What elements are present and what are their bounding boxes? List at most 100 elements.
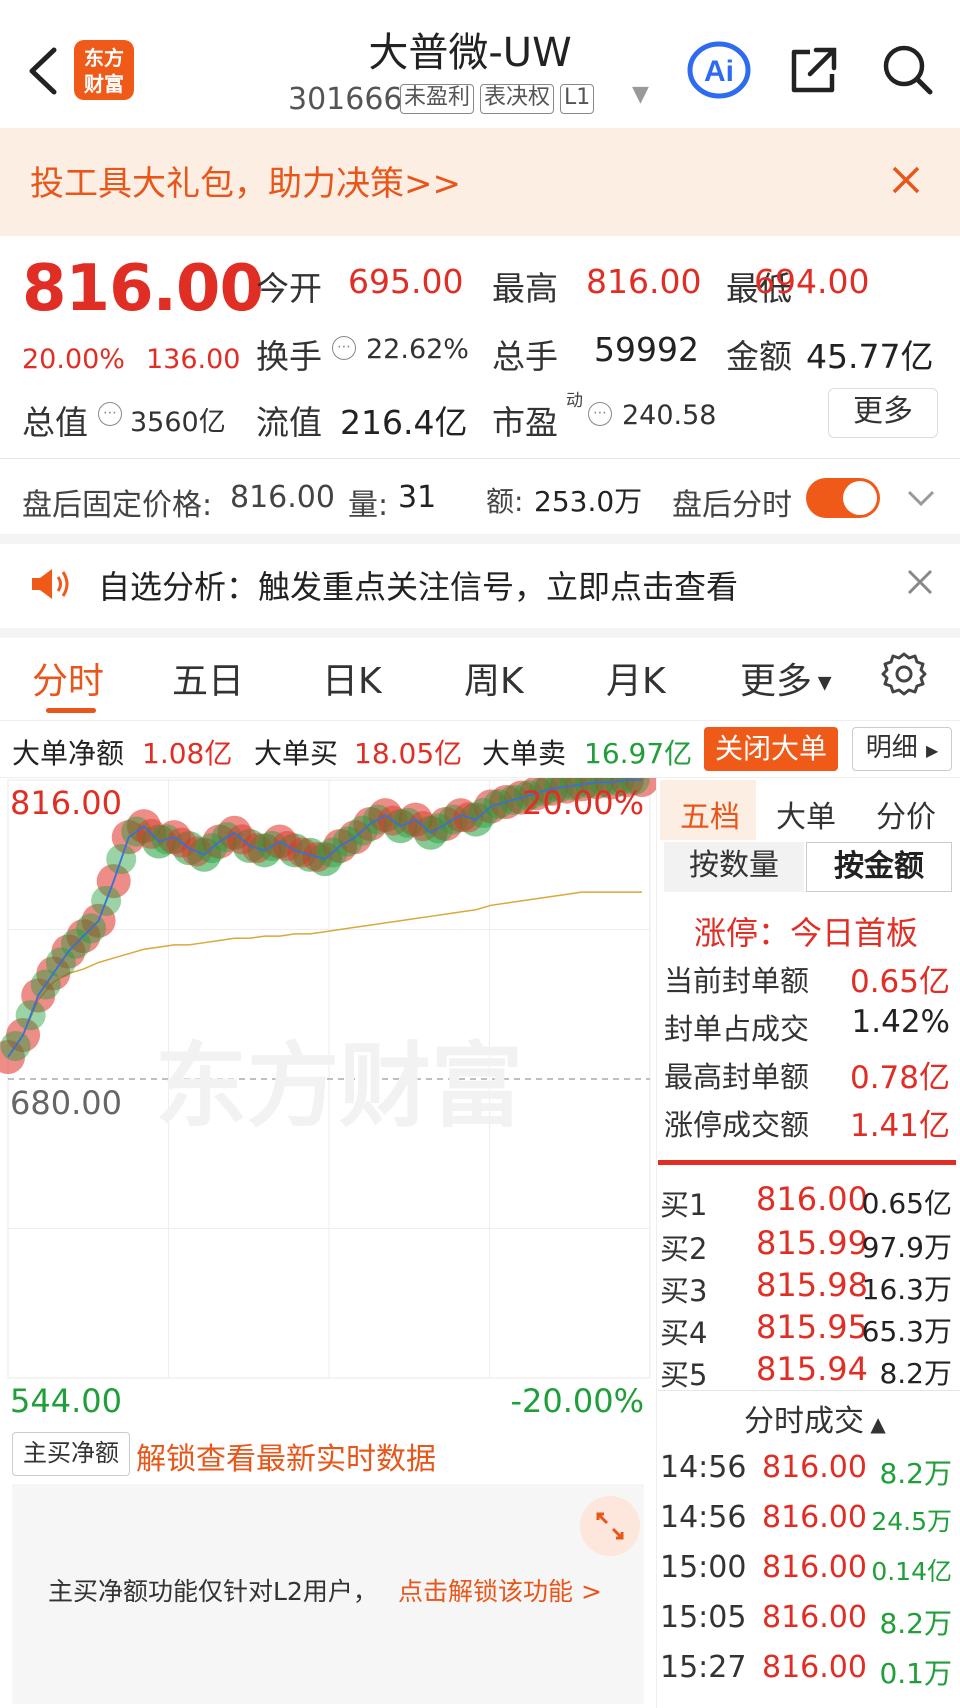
bid-label: 买5 <box>660 1358 708 1392</box>
after-hours-vol-label: 量: <box>348 488 389 523</box>
logo-line-1: 东方 <box>84 46 124 70</box>
limit-row-value: 0.65亿 <box>849 964 950 1000</box>
info-icon[interactable]: ⋯ <box>98 402 122 426</box>
speaker-icon <box>32 569 69 599</box>
tags-dropdown-icon[interactable]: ▼ <box>632 82 649 107</box>
ticks-header[interactable]: 分时成交 ▲ <box>744 1396 886 1440</box>
info-icon[interactable]: ⋯ <box>588 402 612 426</box>
tab-daily-k[interactable]: 日K <box>322 652 382 704</box>
tag-voting-rights: 表决权 <box>480 84 555 114</box>
limit-row-value: 1.41亿 <box>849 1108 950 1144</box>
ai-assistant-icon[interactable]: Ai <box>686 40 752 100</box>
expand-icon[interactable] <box>580 1496 640 1556</box>
bid-label: 买4 <box>660 1316 708 1350</box>
alert-text[interactable]: 自选分析：触发重点关注信号，立即点击查看 <box>98 562 738 608</box>
high-label: 最高 <box>492 269 558 308</box>
tick-volume: 0.1万 <box>879 1657 952 1690</box>
share-icon[interactable] <box>786 42 842 98</box>
bid-price: 816.00 <box>756 1180 868 1218</box>
change-amount: 136.00 <box>146 344 241 375</box>
turnover-value: 22.62% <box>366 334 469 365</box>
tab-big-orders[interactable]: 大单 <box>776 792 836 836</box>
gear-icon[interactable] <box>880 650 928 698</box>
close-icon[interactable] <box>904 566 936 598</box>
tick-price: 816.00 <box>762 1550 867 1585</box>
change-percent: 20.00% <box>22 344 125 375</box>
unlock-feature-link[interactable]: 点击解锁该功能 > <box>398 1572 602 1608</box>
detail-button[interactable]: 明细 ▶ <box>852 727 952 771</box>
divider <box>658 1390 960 1391</box>
bid-price: 815.94 <box>756 1350 868 1388</box>
tick-time: 15:00 <box>660 1550 747 1585</box>
back-arrow-icon[interactable] <box>22 44 66 98</box>
tick-volume: 24.5万 <box>871 1507 952 1536</box>
after-hours-amt-label: 额: <box>486 485 524 518</box>
tab-five-day[interactable]: 五日 <box>172 652 244 704</box>
timeshare-chart[interactable]: 东方财富 816.00 20.00% 680.00 544.00 -20.00% <box>0 763 659 1424</box>
stock-code: 301666 <box>288 82 403 117</box>
tick-time: 15:27 <box>660 1650 747 1685</box>
tab-price-distribution[interactable]: 分价 <box>876 792 936 836</box>
locked-feature-message: 主买净额功能仅针对L2用户， <box>48 1577 378 1606</box>
tab-more[interactable]: 更多 ▼ <box>740 652 832 704</box>
stock-tags: 未盈利 表决权 L1 <box>400 84 595 114</box>
chevron-down-icon[interactable] <box>906 486 936 510</box>
tick-volume: 8.2万 <box>879 1607 952 1640</box>
close-icon[interactable] <box>888 162 924 198</box>
unlock-link[interactable]: 解锁查看最新实时数据 <box>136 1434 436 1478</box>
tag-level: L1 <box>560 84 595 114</box>
indicator-dropdown-label: 主买净额 <box>23 1439 119 1467</box>
pe-label: 市盈 <box>492 403 558 442</box>
info-icon[interactable]: ⋯ <box>332 336 356 360</box>
bid-volume: 0.65亿 <box>861 1187 952 1220</box>
chart-bottom-pct: -20.00% <box>510 1382 644 1420</box>
more-button[interactable]: 更多 <box>828 388 938 438</box>
after-hours-vol: 31 <box>398 480 437 515</box>
turnover-label: 换手 <box>256 337 322 376</box>
search-icon[interactable] <box>880 42 936 98</box>
limit-row-label: 封单占成交 <box>664 1012 810 1046</box>
by-amount-toggle[interactable]: 按金额 <box>806 842 952 892</box>
tab-weekly-k[interactable]: 周K <box>464 652 524 704</box>
tab-timeshare[interactable]: 分时 <box>32 652 104 704</box>
price-dots-layer <box>0 763 659 1075</box>
float-value: 216.4亿 <box>340 403 468 442</box>
limit-row-label: 当前封单额 <box>664 964 810 998</box>
bid-label: 买2 <box>660 1232 708 1266</box>
tick-time: 14:56 <box>660 1500 747 1535</box>
tab-more-label: 更多 <box>740 661 813 702</box>
current-price: 816.00 <box>22 252 264 326</box>
logo-line-2: 财富 <box>84 72 124 96</box>
tab-monthly-k[interactable]: 月K <box>606 652 666 704</box>
volume-value: 59992 <box>594 330 699 369</box>
tick-price: 816.00 <box>762 1650 867 1685</box>
stock-title: 大普微-UW <box>368 30 572 76</box>
close-big-order-button[interactable]: 关闭大单 <box>704 727 838 771</box>
float-label: 流值 <box>256 403 322 442</box>
tick-time: 15:05 <box>660 1600 747 1635</box>
big-order-net: 1.08亿 <box>142 737 233 770</box>
mktcap-value: 3560亿 <box>130 407 226 438</box>
chart-mid-price: 680.00 <box>10 1084 122 1122</box>
amount-value: 45.77亿 <box>806 337 934 376</box>
pe-superscript: 动 <box>566 391 583 411</box>
promo-banner-text[interactable]: 投工具大礼包，助力决策>> <box>30 156 461 205</box>
bid-price: 815.95 <box>756 1308 868 1346</box>
high-value: 816.00 <box>586 262 702 301</box>
promo-banner[interactable]: 投工具大礼包，助力决策>> <box>0 128 960 236</box>
svg-text:Ai: Ai <box>704 55 734 88</box>
by-quantity-toggle[interactable]: 按数量 <box>664 842 804 892</box>
limit-row-label: 最高封单额 <box>664 1060 810 1094</box>
app-logo[interactable]: 东方 财富 <box>74 40 134 100</box>
caret-right-icon: ▶ <box>925 741 939 760</box>
caret-up-icon: ▲ <box>864 1412 886 1436</box>
bid-price: 815.98 <box>756 1266 868 1304</box>
tab-five-levels[interactable]: 五档 <box>680 792 740 836</box>
bid-volume: 97.9万 <box>861 1231 952 1264</box>
after-hours-timeshare-label: 盘后分时 <box>672 488 792 523</box>
bid-label: 买1 <box>660 1188 708 1222</box>
active-tab-underline <box>46 708 96 713</box>
toggle-knob <box>843 481 877 515</box>
indicator-dropdown[interactable]: 主买净额 ▼ <box>12 1432 130 1509</box>
after-hours-toggle[interactable] <box>806 478 880 518</box>
